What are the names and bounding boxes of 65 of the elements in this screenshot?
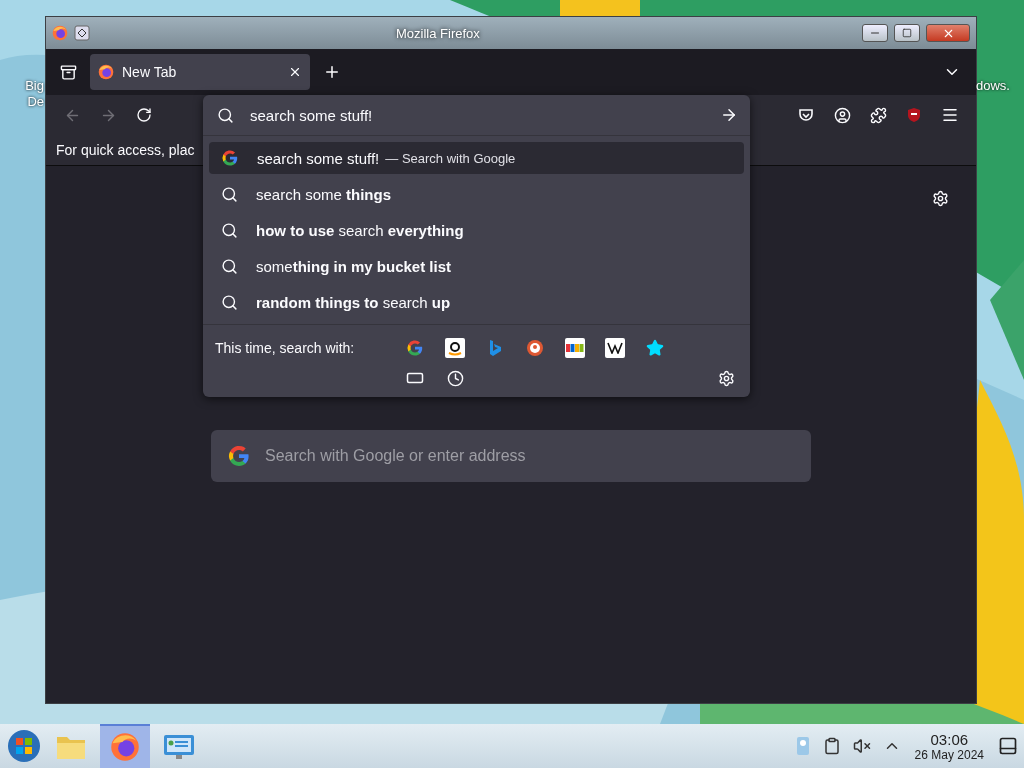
- browser-tab[interactable]: New Tab: [90, 54, 310, 90]
- firefox-icon: [52, 25, 68, 41]
- search-settings-button[interactable]: [716, 368, 736, 388]
- suggestion-action: — Search with Google: [385, 150, 516, 166]
- search-field[interactable]: Search with Google or enter address: [263, 446, 795, 466]
- wikipedia-button[interactable]: [605, 338, 625, 358]
- taskbar-app[interactable]: [100, 724, 150, 768]
- maximize-button[interactable]: [894, 24, 920, 42]
- desktop-icon-label: Big: [25, 78, 44, 93]
- amazon-button[interactable]: [445, 338, 465, 358]
- suggestion-item[interactable]: search some things: [209, 178, 744, 210]
- clipboard-icon[interactable]: [822, 737, 841, 755]
- clock-date: 26 May 2024: [914, 747, 984, 762]
- suggestion-text: how to use search everything: [256, 221, 464, 239]
- folder-icon: [56, 734, 86, 760]
- start-button[interactable]: [6, 728, 42, 764]
- suggestion-text: something in my bucket list: [256, 257, 452, 275]
- google-icon: [227, 444, 251, 468]
- tab-label: New Tab: [122, 64, 178, 80]
- firefox-icon: [110, 732, 140, 762]
- desktop-icon-label: De: [27, 94, 44, 109]
- shield-icon: [906, 107, 922, 123]
- search-icon: [221, 293, 238, 311]
- reload-icon: [136, 107, 152, 123]
- duckduckgo-button[interactable]: [525, 338, 545, 358]
- suggestion-item[interactable]: how to use search everything: [209, 214, 744, 246]
- puzzle-icon: [869, 106, 887, 124]
- suggestion-text: search some stuff!: [257, 149, 380, 167]
- pocket-icon: [798, 107, 814, 123]
- close-button[interactable]: [926, 24, 970, 42]
- clock-time: 03:06: [930, 730, 969, 748]
- search-icon: [221, 185, 238, 203]
- google-button[interactable]: [405, 338, 425, 358]
- ebay-button[interactable]: [565, 338, 585, 358]
- search-icon: [221, 257, 238, 275]
- google-icon: [221, 149, 239, 167]
- history-button[interactable]: [445, 368, 465, 388]
- search-icon: [217, 106, 234, 124]
- search-with-label: This time, search with:: [215, 340, 356, 356]
- suggestion-text: search some things: [256, 185, 392, 203]
- search-bar[interactable]: Search with Google or enter address: [211, 430, 811, 482]
- clock[interactable]: 03:06 26 May 2024: [914, 730, 984, 762]
- close-icon[interactable]: [288, 65, 302, 79]
- minimize-button[interactable]: [862, 24, 888, 42]
- suggestion-item[interactable]: something in my bucket list: [209, 250, 744, 282]
- account-icon: [833, 106, 851, 124]
- suggestion-item[interactable]: search some stuff! — Search with Google: [209, 142, 744, 174]
- suggestion-item[interactable]: random things to search up: [209, 286, 744, 318]
- suggestion-text: random things to search up: [256, 293, 451, 311]
- go-icon[interactable]: [720, 106, 738, 124]
- muted-volume-icon[interactable]: [852, 737, 871, 755]
- bookmarks-button[interactable]: [645, 338, 665, 358]
- bookmarks-hint: For quick access, plac: [56, 142, 195, 158]
- window-title: Mozilla Firefox: [396, 25, 480, 41]
- pin-icon[interactable]: [74, 25, 90, 41]
- archive-icon: [59, 63, 77, 81]
- desktop-icon-label: dows.: [976, 78, 1010, 93]
- settings-icon: [931, 189, 949, 207]
- firefox-icon: [98, 64, 114, 80]
- maximize-icon: [902, 28, 912, 38]
- show-desktop-icon[interactable]: [998, 736, 1018, 756]
- menu-icon: [941, 106, 959, 124]
- plus-icon: [323, 63, 341, 81]
- search-icon: [221, 221, 238, 239]
- monitor-icon: [163, 733, 195, 761]
